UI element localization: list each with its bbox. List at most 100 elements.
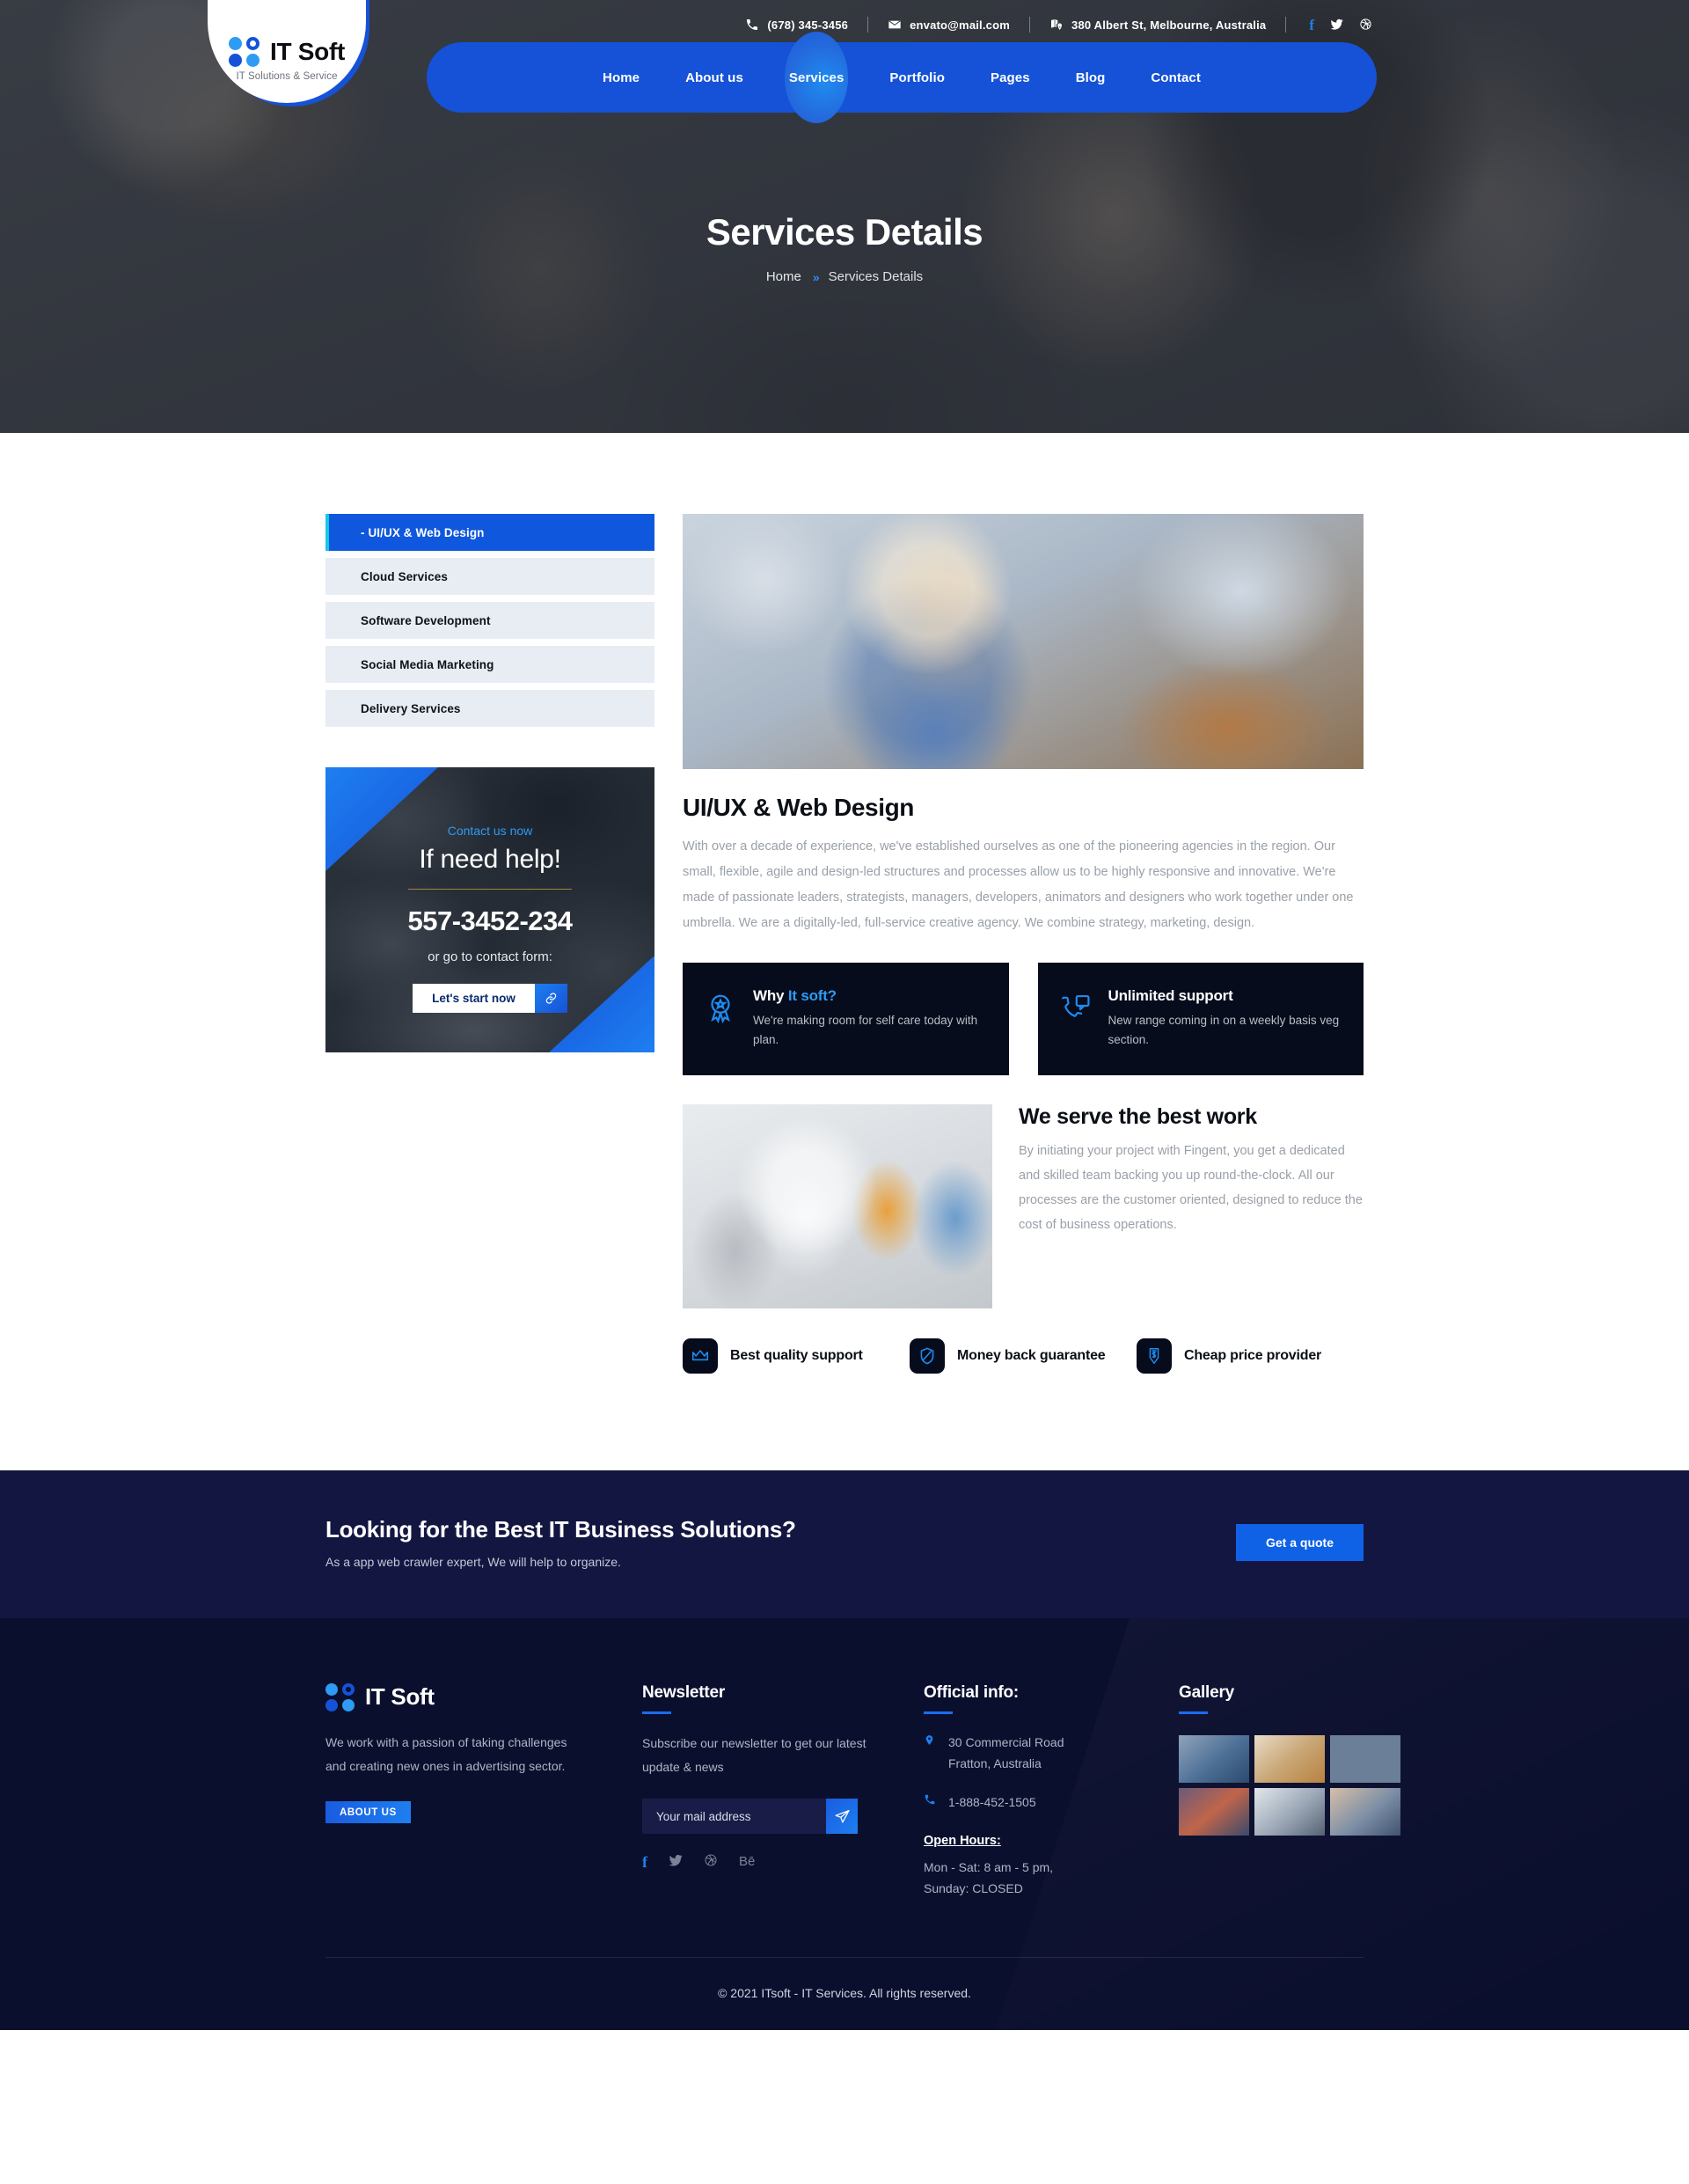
- nav-item-home[interactable]: Home: [580, 70, 662, 85]
- chevron-right-icon: »: [812, 269, 820, 284]
- feature-label: Cheap price provider: [1184, 1347, 1322, 1363]
- service-description: With over a decade of experience, we've …: [683, 839, 1354, 930]
- gallery-grid: [1179, 1734, 1400, 1836]
- info-card-row: Why It soft? We're making room for self …: [683, 963, 1364, 1075]
- twitter-icon[interactable]: [669, 1853, 683, 1870]
- nav-item-contact[interactable]: Contact: [1128, 70, 1224, 85]
- copyright-text: © 2021 ITsoft - IT Services. All rights …: [718, 1985, 971, 2000]
- cta-container: Looking for the Best IT Business Solutio…: [325, 1516, 1364, 1569]
- help-card-divider: [408, 889, 572, 890]
- gallery-thumbnail[interactable]: [1254, 1787, 1325, 1836]
- gallery-heading: Gallery: [1179, 1682, 1235, 1702]
- page-title: Services Details: [706, 211, 983, 253]
- help-card-content: Contact us now If need help! 557-3452-23…: [325, 767, 654, 1013]
- info-card-title-accent: It soft?: [787, 987, 837, 1004]
- gallery-thumbnail[interactable]: [1330, 1787, 1400, 1836]
- nav-item-portfolio[interactable]: Portfolio: [866, 70, 968, 85]
- sidebar-item-delivery-services[interactable]: Delivery Services: [325, 690, 654, 727]
- price-down-icon: [1137, 1338, 1172, 1374]
- sidebar-item-cloud-services[interactable]: Cloud Services: [325, 558, 654, 595]
- info-card-body: Unlimited support New range coming in on…: [1108, 987, 1342, 1051]
- newsletter-email-input[interactable]: [642, 1799, 826, 1835]
- logo-dots-icon: [325, 1682, 355, 1711]
- topbar-address-text: 380 Albert St, Melbourne, Australia: [1071, 18, 1267, 32]
- sidebar-item-ui-ux-web-design[interactable]: - UI/UX & Web Design: [325, 514, 654, 551]
- heading-underline: [924, 1711, 953, 1714]
- open-hours-text: Mon - Sat: 8 am - 5 pm, Sunday: CLOSED: [924, 1857, 1126, 1899]
- newsletter-submit-button[interactable]: [826, 1799, 858, 1835]
- serve-text-block: We serve the best work By initiating you…: [1019, 1104, 1364, 1238]
- sidebar-item-label: Cloud Services: [361, 569, 448, 583]
- heading-underline: [642, 1711, 671, 1714]
- info-card-title-plain: Why: [753, 987, 788, 1004]
- breadcrumb-current: Services Details: [828, 269, 924, 284]
- newsletter-form: [642, 1799, 858, 1835]
- info-card-text: We're making room for self care today wi…: [753, 1014, 978, 1047]
- phone-chat-icon: [1057, 987, 1094, 1030]
- cta-heading: Looking for the Best IT Business Solutio…: [325, 1515, 796, 1543]
- gallery-thumbnail[interactable]: [1254, 1734, 1325, 1783]
- hero-section: (678) 345-3456 envato@mail.com 380 Alber…: [0, 0, 1689, 433]
- gallery-thumbnail[interactable]: [1330, 1734, 1400, 1783]
- open-hours-title: Open Hours:: [924, 1833, 1001, 1848]
- cta-text-block: Looking for the Best IT Business Solutio…: [325, 1516, 796, 1569]
- footer-address-row: 30 Commercial Road Fratton, Australia: [924, 1732, 1126, 1774]
- services-list: - UI/UX & Web Design Cloud Services Soft…: [325, 514, 654, 727]
- behance-icon[interactable]: Bē: [739, 1855, 755, 1868]
- feature-money-back-guarantee: Money back guarantee: [910, 1338, 1137, 1374]
- footer-about-column: IT Soft We work with a passion of taking…: [325, 1682, 589, 1899]
- serve-title: We serve the best work: [1019, 1103, 1257, 1129]
- sidebar-item-label: - UI/UX & Web Design: [361, 525, 485, 539]
- footer-address-line1: 30 Commercial Road: [948, 1734, 1064, 1749]
- sidebar-item-social-media-marketing[interactable]: Social Media Marketing: [325, 646, 654, 683]
- logo-tagline: IT Solutions & Service: [236, 71, 338, 82]
- help-card-phone[interactable]: 557-3452-234: [355, 905, 625, 937]
- sidebar-item-software-development[interactable]: Software Development: [325, 602, 654, 639]
- twitter-icon[interactable]: [1330, 18, 1343, 33]
- gallery-thumbnail[interactable]: [1179, 1787, 1249, 1836]
- page-root: (678) 345-3456 envato@mail.com 380 Alber…: [0, 0, 1689, 2030]
- breadcrumb: Home » Services Details: [0, 269, 1689, 284]
- topbar-address[interactable]: 380 Albert St, Melbourne, Australia: [1030, 18, 1285, 32]
- breadcrumb-home[interactable]: Home: [766, 269, 801, 284]
- nav-item-about-us[interactable]: About us: [662, 70, 766, 85]
- serve-description: By initiating your project with Fingent,…: [1019, 1143, 1363, 1233]
- info-card-text: New range coming in on a weekly basis ve…: [1108, 1014, 1340, 1047]
- open-hours-line1: Mon - Sat: 8 am - 5 pm,: [924, 1859, 1054, 1874]
- footer-social-links: f Bē: [642, 1853, 871, 1870]
- footer-logo[interactable]: IT Soft: [325, 1682, 589, 1711]
- cta-banner: Looking for the Best IT Business Solutio…: [0, 1469, 1689, 1618]
- get-a-quote-button[interactable]: Get a quote: [1235, 1523, 1364, 1561]
- footer-about-text: We work with a passion of taking challen…: [325, 1734, 567, 1773]
- service-feature-image: [683, 514, 1364, 769]
- footer-logo-text: IT Soft: [365, 1683, 435, 1711]
- sidebar-item-label: Social Media Marketing: [361, 657, 494, 671]
- link-icon[interactable]: [534, 984, 567, 1013]
- shield-icon: [910, 1338, 945, 1374]
- footer-columns: IT Soft We work with a passion of taking…: [325, 1682, 1400, 1899]
- facebook-icon[interactable]: f: [642, 1854, 647, 1870]
- nav-item-pages[interactable]: Pages: [968, 70, 1053, 85]
- footer-phone-row[interactable]: 1-888-452-1505: [924, 1792, 1126, 1813]
- footer-gallery-column: Gallery: [1179, 1683, 1400, 1899]
- newsletter-heading: Newsletter: [642, 1682, 726, 1702]
- open-hours-line2: Sunday: CLOSED: [924, 1880, 1023, 1895]
- nav-item-blog[interactable]: Blog: [1053, 70, 1129, 85]
- feature-cheap-price-provider: Cheap price provider: [1137, 1338, 1364, 1374]
- nav-item-services[interactable]: Services: [766, 70, 867, 85]
- gallery-thumbnail[interactable]: [1179, 1734, 1249, 1783]
- logo: IT Soft: [229, 37, 345, 67]
- help-card-button-row: Let's start now: [355, 984, 625, 1013]
- topbar-email[interactable]: envato@mail.com: [868, 18, 1029, 32]
- facebook-icon[interactable]: f: [1309, 18, 1314, 33]
- footer-address-text: 30 Commercial Road Fratton, Australia: [948, 1732, 1064, 1774]
- serve-section: We serve the best work By initiating you…: [683, 1103, 1364, 1308]
- topbar-social-links: f: [1286, 18, 1372, 33]
- topbar-phone[interactable]: (678) 345-3456: [726, 18, 867, 32]
- dribbble-icon[interactable]: [1359, 18, 1372, 33]
- feature-label: Best quality support: [730, 1347, 863, 1363]
- lets-start-now-button[interactable]: Let's start now: [413, 984, 535, 1013]
- dribbble-icon[interactable]: [704, 1853, 718, 1870]
- about-us-button[interactable]: ABOUT US: [325, 1801, 411, 1824]
- serve-image: [683, 1103, 992, 1308]
